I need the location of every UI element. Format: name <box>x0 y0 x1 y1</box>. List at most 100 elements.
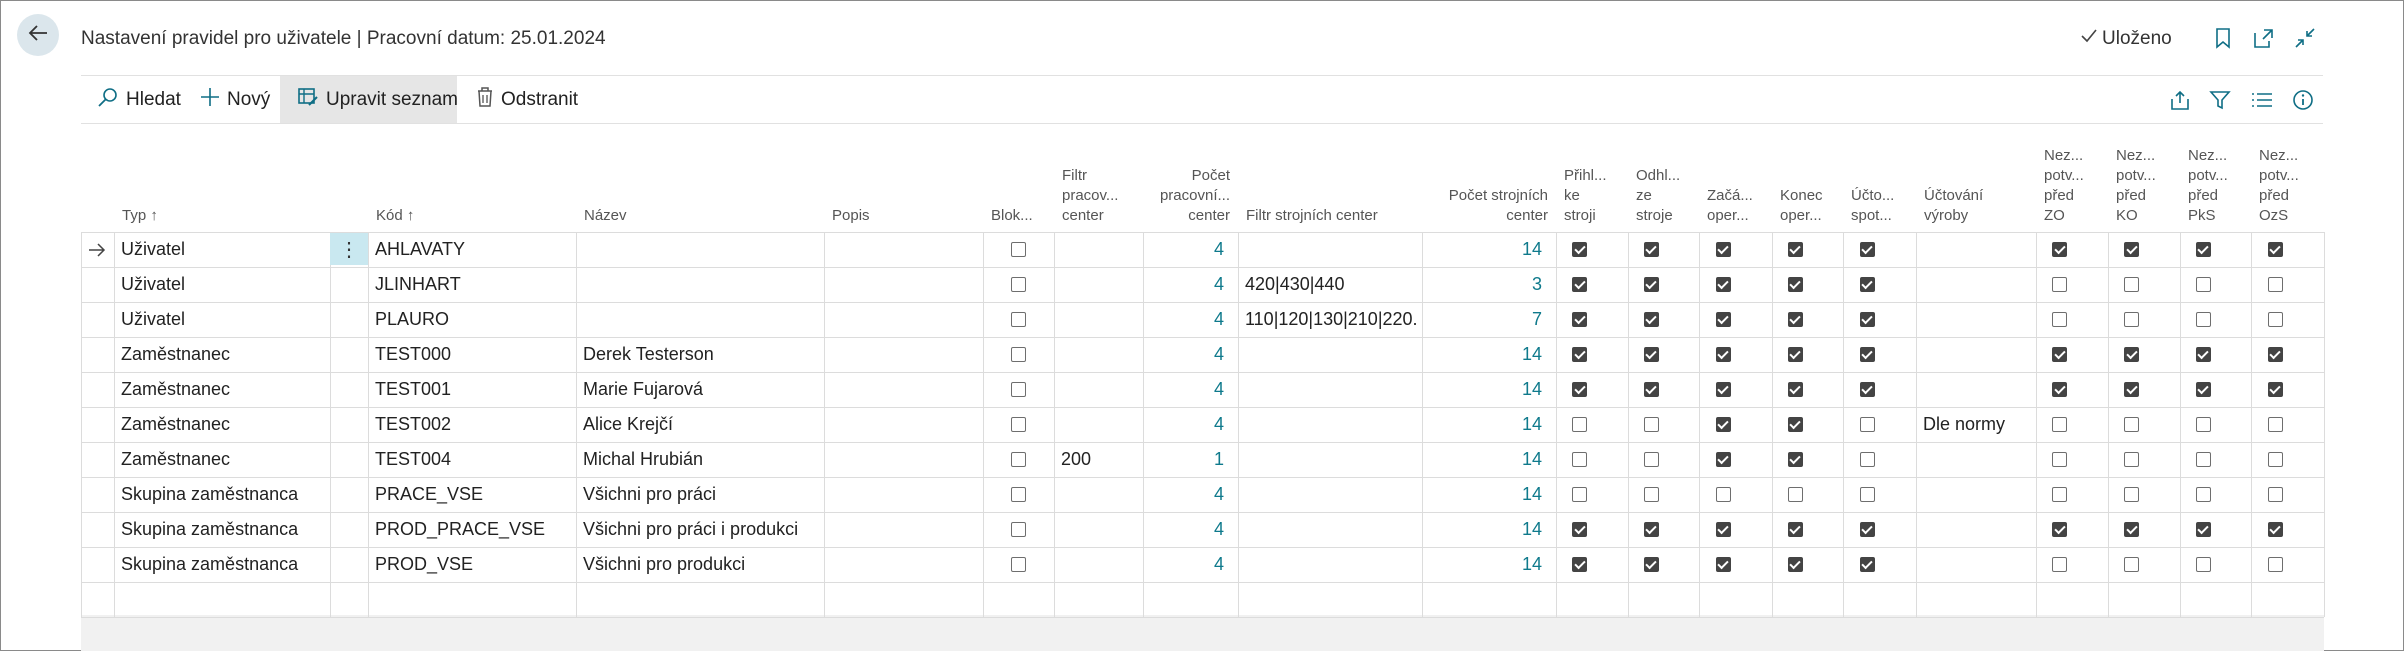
checkbox-konec[interactable] <box>1787 382 1803 397</box>
cell-kod[interactable]: TEST000 <box>375 337 573 372</box>
checkbox-nez-pks[interactable] <box>2195 557 2211 572</box>
checkbox-odhl[interactable] <box>1643 382 1659 397</box>
checkbox-nez-zo[interactable] <box>2052 522 2067 537</box>
checkbox-zaca[interactable] <box>1715 312 1731 327</box>
cell-kod[interactable]: JLINHART <box>375 267 573 302</box>
checkbox-blok[interactable] <box>1010 557 1026 572</box>
checkbox-ucto[interactable] <box>1859 417 1875 432</box>
cell-pocet-stroj[interactable]: 14 <box>1426 512 1542 547</box>
checkbox-nez-pks[interactable] <box>2195 347 2211 362</box>
checkbox-nez-zo[interactable] <box>2052 487 2067 502</box>
checkbox-nez-ko[interactable] <box>2124 487 2139 502</box>
checkbox-blok[interactable] <box>1010 277 1026 292</box>
checkbox-ucto[interactable] <box>1859 557 1875 572</box>
checkbox-ucto[interactable] <box>1859 382 1875 397</box>
checkbox-prihl[interactable] <box>1572 417 1587 432</box>
row-actions-button[interactable]: ⋮ <box>330 233 368 265</box>
checkbox-odhl[interactable] <box>1643 242 1659 257</box>
checkbox-nez-zo[interactable] <box>2052 277 2067 292</box>
search-button[interactable]: Hledat <box>93 76 185 123</box>
cell-pocet-stroj[interactable]: 14 <box>1426 232 1542 267</box>
checkbox-nez-pks[interactable] <box>2195 277 2211 292</box>
cell-pocet-stroj[interactable]: 14 <box>1426 337 1542 372</box>
cell-pocet-prac[interactable]: 4 <box>1147 512 1224 547</box>
checkbox-ucto[interactable] <box>1859 452 1875 467</box>
checkbox-prihl[interactable] <box>1572 487 1587 502</box>
checkbox-nez-pks[interactable] <box>2195 522 2211 537</box>
list-view-icon[interactable] <box>2250 88 2274 112</box>
checkbox-ucto[interactable] <box>1859 277 1875 292</box>
checkbox-nez-ozs[interactable] <box>2267 277 2283 292</box>
column-header-prihl[interactable]: Přihl... ke stroji <box>1564 166 1626 226</box>
cell-kod[interactable]: PRACE_VSE <box>375 477 573 512</box>
checkbox-blok[interactable] <box>1010 487 1026 502</box>
checkbox-prihl[interactable] <box>1572 242 1587 257</box>
cell-pocet-prac[interactable]: 1 <box>1147 442 1224 477</box>
checkbox-prihl[interactable] <box>1572 347 1587 362</box>
checkbox-konec[interactable] <box>1787 452 1803 467</box>
checkbox-blok[interactable] <box>1010 452 1026 467</box>
cell-pocet-stroj[interactable]: 3 <box>1426 267 1542 302</box>
cell-pocet-prac[interactable]: 4 <box>1147 302 1224 337</box>
checkbox-nez-zo[interactable] <box>2052 557 2067 572</box>
checkbox-nez-ko[interactable] <box>2124 452 2139 467</box>
checkbox-blok[interactable] <box>1010 242 1026 257</box>
checkbox-nez-pks[interactable] <box>2195 312 2211 327</box>
checkbox-zaca[interactable] <box>1715 417 1731 432</box>
column-header-pocet-prac[interactable]: Počet pracovní... center <box>1147 166 1230 226</box>
checkbox-zaca[interactable] <box>1715 557 1731 572</box>
checkbox-nez-ko[interactable] <box>2124 557 2139 572</box>
column-header-konec[interactable]: Konec oper... <box>1780 186 1841 226</box>
column-header-blok[interactable]: Blok... <box>991 206 1052 226</box>
checkbox-prihl[interactable] <box>1572 452 1587 467</box>
checkbox-nez-zo[interactable] <box>2052 242 2067 257</box>
checkbox-prihl[interactable] <box>1572 522 1587 537</box>
checkbox-odhl[interactable] <box>1643 312 1659 327</box>
checkbox-nez-ozs[interactable] <box>2267 452 2283 467</box>
checkbox-blok[interactable] <box>1010 312 1026 327</box>
checkbox-ucto[interactable] <box>1859 522 1875 537</box>
cell-kod[interactable]: TEST004 <box>375 442 573 477</box>
column-header-zaca[interactable]: Začá... oper... <box>1707 186 1770 226</box>
checkbox-zaca[interactable] <box>1715 242 1731 257</box>
cell-kod[interactable]: TEST001 <box>375 372 573 407</box>
checkbox-nez-ozs[interactable] <box>2267 347 2283 362</box>
checkbox-prihl[interactable] <box>1572 277 1587 292</box>
cell-kod[interactable]: PROD_VSE <box>375 547 573 582</box>
cell-pocet-prac[interactable]: 4 <box>1147 407 1224 442</box>
checkbox-nez-pks[interactable] <box>2195 452 2211 467</box>
checkbox-nez-zo[interactable] <box>2052 382 2067 397</box>
checkbox-zaca[interactable] <box>1715 382 1731 397</box>
column-header-nez-zo[interactable]: Nez... potv... před ZO <box>2044 146 2106 226</box>
checkbox-zaca[interactable] <box>1715 522 1731 537</box>
checkbox-nez-zo[interactable] <box>2052 452 2067 467</box>
column-header-filtr-prac[interactable]: Filtr pracov... center <box>1062 166 1141 226</box>
checkbox-konec[interactable] <box>1787 277 1803 292</box>
cell-pocet-prac[interactable]: 4 <box>1147 547 1224 582</box>
checkbox-konec[interactable] <box>1787 487 1803 502</box>
checkbox-ucto[interactable] <box>1859 487 1875 502</box>
checkbox-konec[interactable] <box>1787 242 1803 257</box>
filter-icon[interactable] <box>2208 88 2232 112</box>
checkbox-nez-ko[interactable] <box>2124 382 2139 397</box>
column-header-popis[interactable]: Popis <box>832 206 981 226</box>
new-button[interactable]: Nový <box>196 76 274 123</box>
cell-kod[interactable]: PLAURO <box>375 302 573 337</box>
checkbox-nez-ko[interactable] <box>2124 522 2139 537</box>
column-header-uctovani[interactable]: Účtování výroby <box>1924 186 2034 226</box>
checkbox-zaca[interactable] <box>1715 347 1731 362</box>
column-header-nazev[interactable]: Název <box>584 206 822 226</box>
checkbox-konec[interactable] <box>1787 557 1803 572</box>
checkbox-nez-zo[interactable] <box>2052 312 2067 327</box>
checkbox-odhl[interactable] <box>1643 417 1659 432</box>
cell-pocet-prac[interactable]: 4 <box>1147 372 1224 407</box>
checkbox-nez-ozs[interactable] <box>2267 557 2283 572</box>
checkbox-odhl[interactable] <box>1643 522 1659 537</box>
checkbox-nez-ko[interactable] <box>2124 347 2139 362</box>
checkbox-zaca[interactable] <box>1715 487 1731 502</box>
share-icon[interactable] <box>2168 88 2192 112</box>
checkbox-blok[interactable] <box>1010 382 1026 397</box>
checkbox-nez-ozs[interactable] <box>2267 417 2283 432</box>
checkbox-nez-ko[interactable] <box>2124 417 2139 432</box>
cell-pocet-stroj[interactable]: 14 <box>1426 372 1542 407</box>
